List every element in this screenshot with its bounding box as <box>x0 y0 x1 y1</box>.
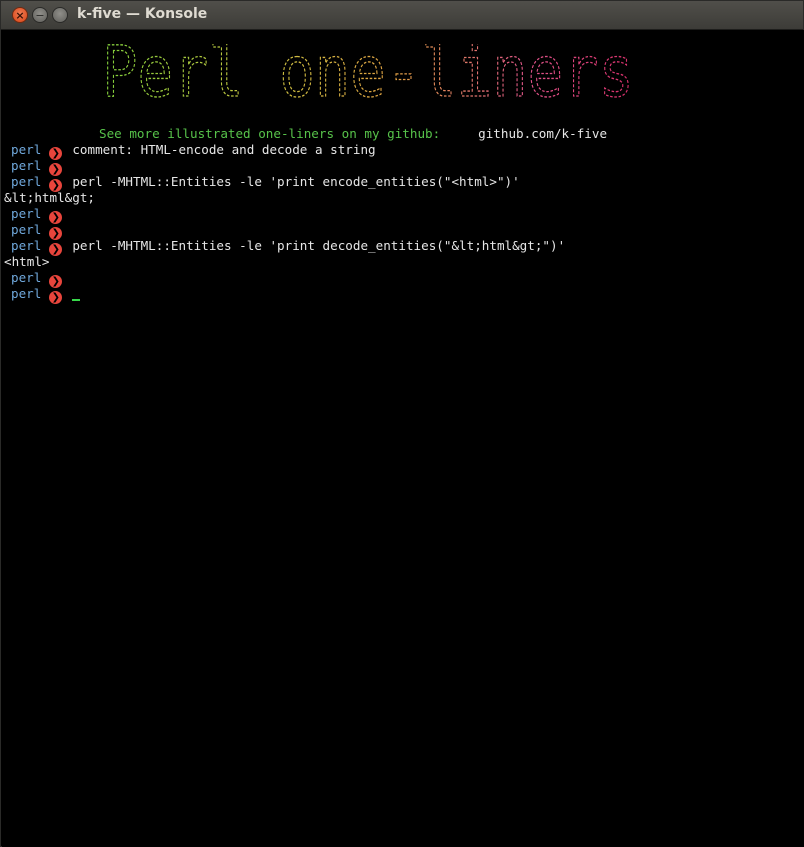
prompt-line: perl ❯ comment: HTML-encode and decode a s… <box>4 142 804 160</box>
command-text: perl -MHTML::Entities -le 'print encode_… <box>72 174 520 189</box>
prompt-line: perl ❯ perl -MHTML::Entities -le 'print de… <box>4 238 804 256</box>
prompt-name: perl <box>11 286 42 301</box>
output-line: &lt;html&gt; <box>4 190 95 205</box>
prompt-name: perl <box>11 238 42 253</box>
command-text: perl -MHTML::Entities -le 'print decode_… <box>72 238 566 253</box>
output-line: <html> <box>4 254 50 269</box>
promo-line: See more illustrated one-liners on my gi… <box>99 126 607 142</box>
prompt-line: perl ❯ <box>4 270 804 288</box>
prompt-name: perl <box>11 158 42 173</box>
prompt-line: perl ❯ <box>4 222 804 240</box>
konsole-window: × − k-five — Konsole Perl one-liners See… <box>0 0 804 847</box>
close-window-button[interactable]: × <box>12 7 28 23</box>
ascii-banner: Perl one-liners <box>101 44 634 114</box>
prompt-line: perl ❯ <box>4 206 804 224</box>
terminal-lines: perl ❯ comment: HTML-encode and decode a s… <box>4 142 804 304</box>
prompt-name: perl <box>11 174 42 189</box>
banner-text: Perl one-liners <box>102 44 634 113</box>
prompt-name: perl <box>11 270 42 285</box>
prompt-name: perl <box>11 222 42 237</box>
title-bar[interactable]: × − k-five — Konsole <box>1 1 803 30</box>
promo-message: See more illustrated one-liners on my gi… <box>99 126 441 141</box>
window-title: k-five — Konsole <box>77 6 208 22</box>
prompt-name: perl <box>11 142 42 157</box>
prompt-arrow-icon: ❯ <box>49 291 63 304</box>
text-cursor[interactable] <box>72 299 81 301</box>
command-text: comment: HTML-encode and decode a string <box>72 142 376 157</box>
terminal-area[interactable]: Perl one-liners See more illustrated one… <box>2 30 804 847</box>
prompt-line: perl ❯ perl -MHTML::Entities -le 'print en… <box>4 174 804 192</box>
prompt-name: perl <box>11 206 42 221</box>
close-icon: × <box>15 8 25 22</box>
maximize-window-button[interactable] <box>52 7 68 23</box>
minimize-window-button[interactable]: − <box>32 7 48 23</box>
minimize-icon: − <box>35 8 45 22</box>
prompt-line: perl ❯ <box>4 286 804 304</box>
prompt-line: perl ❯ <box>4 158 804 176</box>
github-link[interactable]: github.com/k-five <box>478 126 607 141</box>
